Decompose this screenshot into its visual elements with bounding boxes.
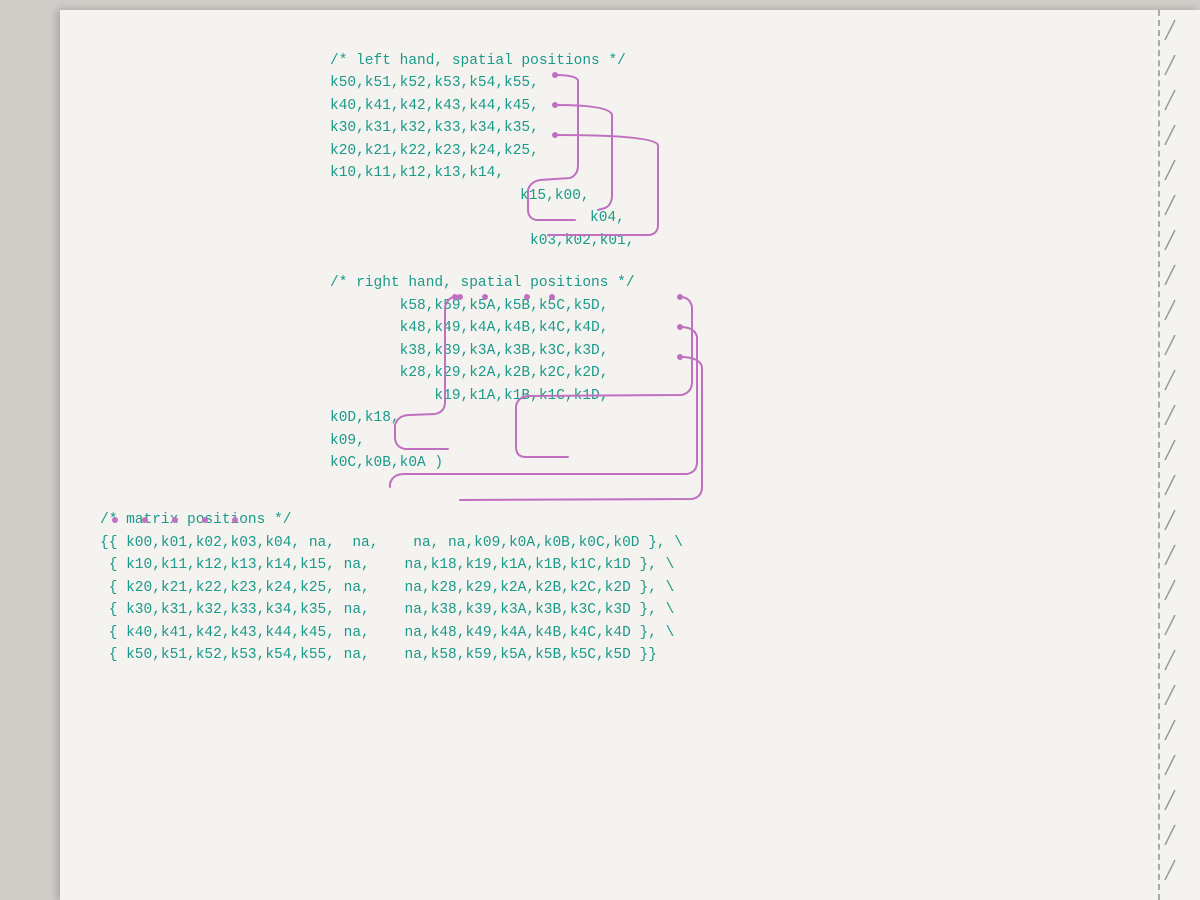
- left-hand-cont-3: k03,k02,k01,: [100, 230, 1140, 252]
- right-hand-row-1: k58,k59,k5A,k5B,k5C,k5D,: [330, 295, 1140, 317]
- left-hand-cont-1: k15,k00,: [100, 185, 1140, 207]
- left-hand-section: /* left hand, spatial positions */ k50,k…: [100, 50, 1140, 252]
- left-hand-row-5: k10,k11,k12,k13,k14,: [330, 162, 1140, 184]
- right-hand-row-5: k19,k1A,k1B,k1C,k1D,: [330, 385, 1140, 407]
- left-hand-comment: /* left hand, spatial positions */: [330, 50, 1140, 72]
- page: /* left hand, spatial positions */ k50,k…: [60, 10, 1200, 900]
- matrix-row-2: { k10,k11,k12,k13,k14,k15, na, na,k18,k1…: [100, 554, 1140, 576]
- right-hand-cont-3: k0C,k0B,k0A ): [330, 452, 1140, 474]
- matrix-row-6: { k50,k51,k52,k53,k54,k55, na, na,k58,k5…: [100, 644, 1140, 666]
- left-hand-row-3: k30,k31,k32,k33,k34,k35,: [330, 117, 1140, 139]
- right-hand-row-2: k48,k49,k4A,k4B,k4C,k4D,: [330, 317, 1140, 339]
- matrix-row-1: {{ k00,k01,k02,k03,k04, na, na, na, na,k…: [100, 532, 1140, 554]
- right-hand-cont-1: k0D,k18,: [330, 407, 1140, 429]
- right-hand-cont-2: k09,: [330, 430, 1140, 452]
- margin-dashes: [1145, 10, 1200, 900]
- left-hand-row-1: k50,k51,k52,k53,k54,k55,: [330, 72, 1140, 94]
- left-hand-cont-2: k04,: [100, 207, 1140, 229]
- right-hand-section: /* right hand, spatial positions */ k58,…: [100, 272, 1140, 474]
- matrix-comment: /* matrix positions */: [100, 509, 1140, 531]
- left-hand-row-2: k40,k41,k42,k43,k44,k45,: [330, 95, 1140, 117]
- matrix-row-4: { k30,k31,k32,k33,k34,k35, na, na,k38,k3…: [100, 599, 1140, 621]
- right-hand-row-3: k38,k39,k3A,k3B,k3C,k3D,: [330, 340, 1140, 362]
- right-hand-comment: /* right hand, spatial positions */: [330, 272, 1140, 294]
- matrix-section: /* matrix positions */ {{ k00,k01,k02,k0…: [100, 509, 1140, 666]
- right-hand-row-4: k28,k29,k2A,k2B,k2C,k2D,: [330, 362, 1140, 384]
- matrix-row-3: { k20,k21,k22,k23,k24,k25, na, na,k28,k2…: [100, 577, 1140, 599]
- matrix-row-5: { k40,k41,k42,k43,k44,k45, na, na,k48,k4…: [100, 622, 1140, 644]
- left-hand-row-4: k20,k21,k22,k23,k24,k25,: [330, 140, 1140, 162]
